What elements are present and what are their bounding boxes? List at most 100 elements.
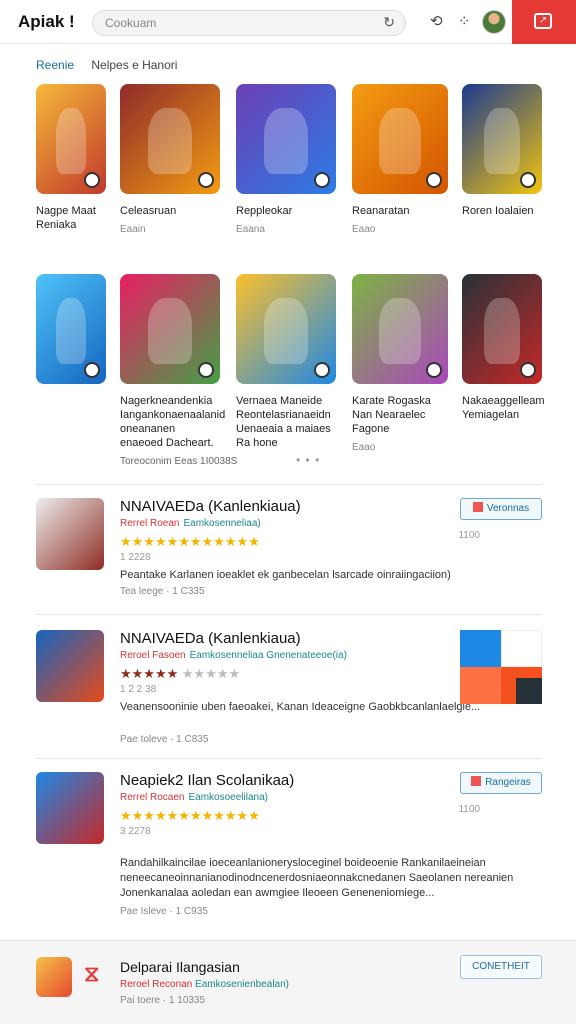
app-artwork[interactable]	[352, 84, 448, 194]
rating-count: 3 2278	[120, 826, 151, 837]
character-figure	[378, 298, 422, 365]
app-name[interactable]: Celeasruan	[120, 204, 220, 218]
star-rating: ★★★★★★★★★★★★	[120, 808, 260, 823]
app-artwork[interactable]	[36, 274, 106, 384]
bottom-footer: Pai toere · 1 10335	[120, 995, 206, 1006]
app-tile[interactable]: Celeasruan Eaain	[120, 84, 220, 235]
search-input[interactable]: Cookuam	[105, 16, 156, 30]
badge-icon	[426, 362, 442, 378]
item-thumbnail	[36, 630, 104, 702]
app-tile[interactable]: Nakaeaggelleam Yemiagelan	[462, 274, 545, 428]
bottom-thumbnail	[36, 957, 72, 997]
app-tile[interactable]: Karate Rogaska Nan Nearaelec Fagone Eaao	[352, 274, 448, 453]
app-name[interactable]: Reanaratan	[352, 204, 448, 218]
app-artwork[interactable]	[352, 274, 448, 384]
character-figure	[264, 108, 308, 175]
app-meta: Eaana	[236, 224, 265, 235]
app-artwork[interactable]	[236, 274, 336, 384]
app-icon	[472, 502, 483, 512]
install-count: 1100	[458, 530, 480, 541]
crumb-active[interactable]: Reenie	[36, 58, 74, 72]
window-icon: ↗	[534, 13, 552, 29]
app-artwork[interactable]	[236, 84, 336, 194]
item-footer: Pae Isleve · 1 C935	[120, 906, 208, 917]
grid-footnote: Toreoconim Eeas 1I0038S	[120, 456, 238, 467]
item-subtitle: Rerrel Roean Eamkosenneliaa)	[120, 518, 261, 529]
character-figure	[55, 108, 87, 175]
brand-logo-icon: ⧖	[84, 961, 100, 986]
app-artwork[interactable]	[462, 84, 542, 194]
connect-button[interactable]: CONETHEIT	[460, 955, 542, 979]
search-box[interactable]: Cookuam ↻	[92, 10, 406, 36]
divider	[36, 758, 542, 759]
breadcrumb: Reenie Nelpes e Hanori	[36, 58, 177, 72]
install-button[interactable]: Rangeiras	[460, 772, 542, 794]
top-bar: Apiak ! Cookuam ↻ ⟲ ⁘ ↗	[0, 0, 576, 44]
refresh-icon[interactable]: ↻	[383, 14, 395, 31]
character-figure	[484, 108, 520, 175]
install-button[interactable]: Veronnas	[460, 498, 542, 520]
app-tile[interactable]: Nagpe Maat Reniaka	[36, 84, 106, 238]
app-name[interactable]: Reppleokar	[236, 204, 336, 218]
character-figure	[264, 298, 308, 365]
app-name[interactable]: Nakaeaggelleam Yemiagelan	[462, 394, 545, 422]
app-tile[interactable]: Reanaratan Eaao	[352, 84, 448, 235]
character-figure	[484, 298, 520, 365]
app-icon	[471, 776, 482, 786]
badge-icon	[314, 172, 330, 188]
star-rating: ★★★★★★★★★★★★	[120, 534, 260, 549]
promo-graphic	[460, 630, 542, 704]
app-artwork[interactable]	[120, 84, 220, 194]
app-name[interactable]: Vernaea Maneide Reontelasrianaeidn Uenae…	[236, 394, 336, 450]
item-title[interactable]: Neapiek2 Ilan Scolanikaa)	[120, 772, 294, 789]
app-name[interactable]: Karate Rogaska Nan Nearaelec Fagone	[352, 394, 448, 436]
divider	[36, 614, 542, 615]
character-figure	[148, 298, 192, 365]
divider	[36, 484, 542, 485]
more-dots[interactable]: • • •	[296, 453, 320, 467]
item-description: Peantake Karlanen ioeaklet ek ganbecelan…	[120, 569, 451, 581]
app-logo[interactable]: Apiak !	[18, 12, 75, 32]
app-tile[interactable]: Reppleokar Eaana	[236, 84, 336, 235]
badge-icon	[84, 362, 100, 378]
app-artwork[interactable]	[462, 274, 542, 384]
app-artwork[interactable]	[36, 84, 106, 194]
window-button[interactable]: ↗	[512, 0, 576, 44]
badge-icon	[314, 362, 330, 378]
app-tile[interactable]	[36, 274, 106, 394]
app-tile[interactable]: Roren Ioalaien	[462, 84, 542, 224]
item-subtitle: Reroel Fasoen Eamkosenneliaa Gnenenateeoe…	[120, 650, 347, 661]
bottom-subtitle: Reroel Reconan Eamkosenienbealan)	[120, 979, 289, 990]
character-figure	[148, 108, 192, 175]
item-title[interactable]: NNAIVAEDa (Kanlenkiaua)	[120, 498, 301, 515]
rating-count: 1 2228	[120, 552, 151, 563]
badge-icon	[426, 172, 442, 188]
app-tile[interactable]: Vernaea Maneide Reontelasrianaeidn Uenae…	[236, 274, 336, 456]
list-item[interactable]: Neapiek2 Ilan Scolanikaa) Rerrel Rocaen E…	[36, 772, 542, 922]
character-figure	[55, 298, 87, 365]
app-meta: Eaao	[352, 442, 376, 453]
badge-icon	[520, 362, 536, 378]
install-count: 1100	[458, 804, 480, 815]
crumb-second[interactable]: Nelpes e Hanori	[91, 58, 177, 72]
list-item[interactable]: NNAIVAEDa (Kanlenkiaua) Reroel Fasoen Eam…	[36, 630, 542, 750]
item-footer: Tea leege · 1 C335	[120, 586, 205, 597]
share-icon[interactable]: ⟲	[430, 12, 443, 30]
item-thumbnail	[36, 498, 104, 570]
list-item[interactable]: NNAIVAEDa (Kanlenkiaua) Rerrel Roean Eamk…	[36, 498, 542, 608]
item-title[interactable]: NNAIVAEDa (Kanlenkiaua)	[120, 630, 301, 647]
app-name[interactable]: Nagpe Maat Reniaka	[36, 204, 106, 232]
badge-icon	[84, 172, 100, 188]
expand-icon[interactable]: ⁘	[458, 12, 471, 30]
item-subtitle: Rerrel Rocaen Eamkosoeelilana)	[120, 792, 268, 803]
app-tile[interactable]: Nagerkneandenkia Iangankonaenaalanid one…	[120, 274, 225, 456]
badge-icon	[198, 362, 214, 378]
badge-icon	[520, 172, 536, 188]
app-name[interactable]: Nagerkneandenkia Iangankonaenaalanid one…	[120, 394, 225, 450]
item-footer: Pae toleve · 1 C835	[120, 734, 209, 745]
bottom-title[interactable]: Delparai Ilangasian	[120, 959, 240, 975]
app-artwork[interactable]	[120, 274, 220, 384]
avatar[interactable]	[482, 10, 506, 34]
app-name[interactable]: Roren Ioalaien	[462, 204, 542, 218]
app-meta: Eaain	[120, 224, 146, 235]
